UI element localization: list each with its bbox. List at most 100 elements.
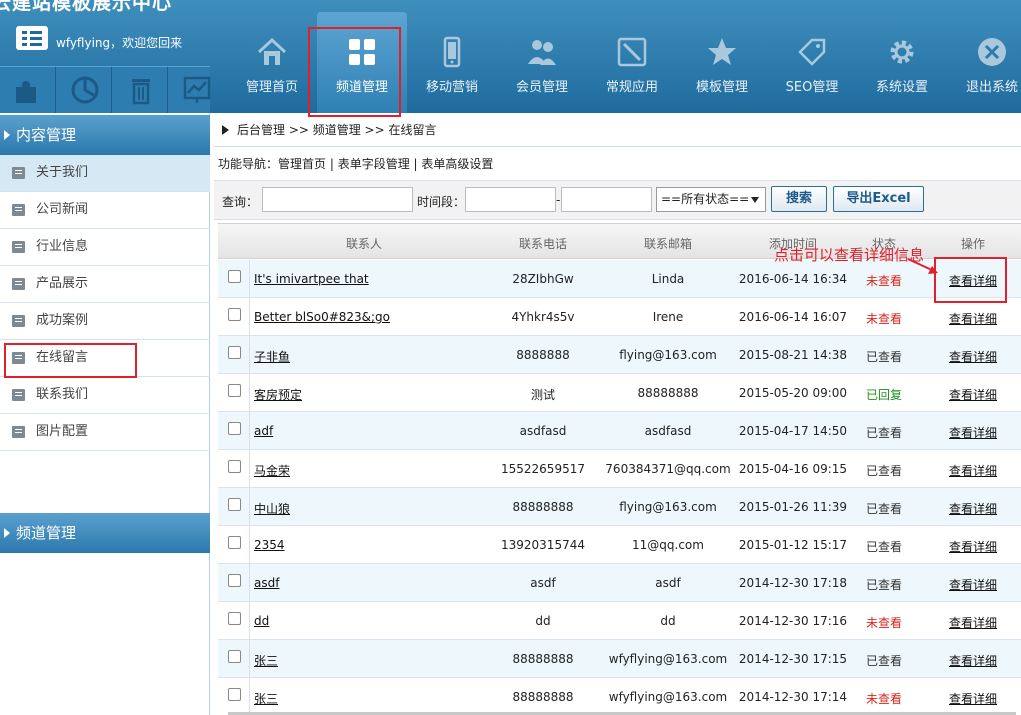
contact-name-link[interactable]: 客房预定 [254, 386, 302, 403]
nav-logout[interactable]: 退出系统 [947, 12, 1021, 113]
contact-name-link[interactable]: asdf [254, 576, 279, 590]
contact-name-link[interactable]: It's imivartpee that [254, 272, 369, 286]
view-detail-link[interactable]: 查看详细 [949, 310, 997, 327]
row-checkbox[interactable] [228, 270, 241, 283]
nav-seo[interactable]: SEO管理 [767, 12, 857, 113]
table-row: 中山狼 88888888 flying@163.com 2015-01-26 11:3… [218, 488, 1021, 526]
sidebar-item-contact[interactable]: 联系我们 [0, 377, 210, 414]
sidebar-item-products[interactable]: 产品展示 [0, 266, 210, 303]
phone-cell: 88888888 [512, 652, 574, 666]
nav-label: 系统设置 [875, 80, 928, 95]
document-icon [12, 315, 25, 327]
row-checkbox[interactable] [228, 612, 241, 625]
nav-channel[interactable]: 频道管理 [317, 12, 407, 113]
view-detail-link[interactable]: 查看详细 [949, 462, 997, 479]
row-checkbox[interactable] [228, 422, 241, 435]
time-cell: 2016-06-14 16:07 [738, 310, 848, 324]
contact-name-link[interactable]: dd [254, 614, 269, 628]
document-icon [12, 426, 25, 438]
contact-name-link[interactable]: adf [254, 424, 273, 438]
query-input[interactable] [262, 187, 413, 212]
sidebar-item-about[interactable]: 关于我们 [0, 155, 210, 192]
sidebar-item-industry[interactable]: 行业信息 [0, 229, 210, 266]
status-badge: 已查看 [865, 540, 902, 554]
phone-cell: 4Yhkr4s5v [511, 310, 575, 324]
nav-mobile[interactable]: 移动营销 [407, 12, 497, 113]
nav-apps[interactable]: 常规应用 [587, 12, 677, 113]
function-nav-link[interactable]: 管理首页 [278, 157, 326, 171]
time-cell: 2015-01-26 11:39 [738, 500, 848, 514]
email-cell: 88888888 [637, 386, 699, 400]
document-icon [12, 241, 25, 253]
time-cell: 2014-12-30 17:15 [738, 652, 848, 666]
row-checkbox[interactable] [228, 460, 241, 473]
nav-settings[interactable]: 系统设置 [857, 12, 947, 113]
end-date-input[interactable] [561, 187, 652, 212]
contact-name-link[interactable]: 2354 [254, 538, 285, 552]
annotation-text: 点击可以查看详细信息 [774, 246, 925, 264]
nav-templates[interactable]: 模板管理 [677, 12, 767, 113]
sidebar-item-messages[interactable]: 在线留言 [0, 340, 210, 377]
email-cell: flying@163.com [619, 348, 717, 362]
function-nav-prefix: 功能导航： [218, 157, 279, 171]
status-badge: 已查看 [865, 502, 902, 516]
grid-icon [349, 39, 375, 65]
view-detail-link[interactable]: 查看详细 [949, 500, 997, 517]
sidebar-item-images[interactable]: 图片配置 [0, 414, 210, 451]
time-cell: 2014-12-30 17:18 [738, 576, 848, 590]
status-select[interactable]: ==所有状态== [656, 187, 766, 212]
function-nav-link[interactable]: 表单高级设置 [421, 157, 493, 171]
row-checkbox[interactable] [228, 536, 241, 549]
triangle-right-icon [222, 125, 229, 135]
sidebar-section-content[interactable]: 内容管理 [0, 115, 210, 155]
contact-name-link[interactable]: 张三 [254, 652, 278, 669]
row-divider [249, 488, 250, 526]
view-detail-link[interactable]: 查看详细 [949, 348, 997, 365]
sidebar-section-channel[interactable]: 频道管理 [0, 513, 210, 553]
nav-label: 会员管理 [515, 80, 568, 95]
welcome-text: wfyflying，欢迎您回来 [56, 36, 183, 50]
puzzle-icon[interactable] [0, 67, 56, 114]
row-checkbox[interactable] [228, 498, 241, 511]
search-button[interactable]: 搜索 [771, 186, 827, 212]
export-excel-button[interactable]: 导出Excel [833, 186, 924, 212]
pie-chart-icon[interactable] [56, 67, 112, 114]
contact-name-link[interactable]: 中山狼 [254, 500, 290, 517]
tag-icon [798, 38, 826, 66]
row-checkbox[interactable] [228, 574, 241, 587]
home-icon [257, 37, 287, 65]
contact-name-link[interactable]: 张三 [254, 690, 278, 707]
view-detail-link[interactable]: 查看详细 [949, 386, 997, 403]
sidebar-item-cases[interactable]: 成功案例 [0, 303, 210, 340]
sidebar-item-label: 联系我们 [36, 387, 89, 402]
phone-cell: 13920315744 [501, 538, 585, 552]
row-checkbox[interactable] [228, 688, 241, 701]
view-detail-link[interactable]: 查看详细 [949, 690, 997, 707]
row-checkbox[interactable] [228, 384, 241, 397]
view-detail-link[interactable]: 查看详细 [949, 576, 997, 593]
row-checkbox[interactable] [228, 650, 241, 663]
view-detail-link[interactable]: 查看详细 [949, 272, 997, 289]
view-detail-link[interactable]: 查看详细 [949, 538, 997, 555]
phone-icon [443, 36, 461, 68]
function-nav-link[interactable]: 表单字段管理 [338, 157, 410, 171]
row-checkbox[interactable] [228, 308, 241, 321]
view-detail-link[interactable]: 查看详细 [949, 614, 997, 631]
contact-name-link[interactable]: Better blSo0#823&;go [254, 310, 390, 324]
sidebar-item-news[interactable]: 公司新闻 [0, 192, 210, 229]
view-detail-link[interactable]: 查看详细 [949, 424, 997, 441]
sidebar-item-label: 公司新闻 [36, 202, 89, 217]
nav-members[interactable]: 会员管理 [497, 12, 587, 113]
start-date-input[interactable] [465, 187, 556, 212]
nav-label: 管理首页 [245, 80, 298, 95]
nav-home[interactable]: 管理首页 [227, 12, 317, 113]
trash-icon[interactable] [112, 67, 168, 114]
contact-name-link[interactable]: 子非鱼 [254, 348, 290, 365]
row-checkbox[interactable] [228, 346, 241, 359]
row-divider [249, 450, 250, 488]
table-row: It's imivartpee that 28ZIbhGw Linda 2016-06… [218, 260, 1021, 298]
contact-name-link[interactable]: 马金荣 [254, 462, 290, 479]
col-contact: 联系人 [345, 237, 382, 251]
view-detail-link[interactable]: 查看详细 [949, 652, 997, 669]
email-cell: flying@163.com [619, 500, 717, 514]
